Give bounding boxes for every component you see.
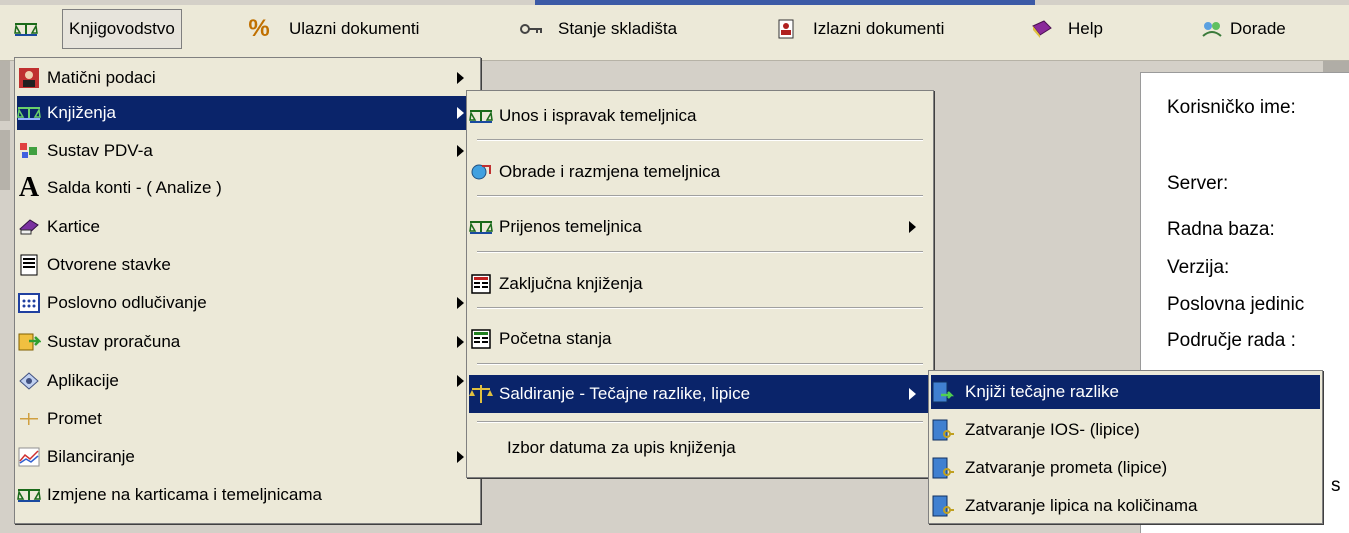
document-person-icon — [775, 18, 799, 40]
menu-item-knjizenja[interactable]: Knjiženja — [17, 96, 478, 130]
unit-label: Poslovna jedinic — [1167, 294, 1305, 315]
globe-exchange-icon — [469, 161, 493, 183]
person-photo-icon — [17, 67, 41, 89]
menu-separator — [477, 195, 923, 197]
menu-scales-icon[interactable] — [14, 9, 38, 49]
scales-icon — [17, 484, 41, 506]
submenu-item-obrade-razmjena[interactable]: Obrade i razmjena temeljnica — [469, 155, 931, 189]
left-edge-panel-lower — [0, 130, 10, 190]
knjigovodstvo-dropdown: Matični podaci Knjiženja Sustav PDV-a A … — [14, 57, 481, 524]
help-book-icon — [1030, 18, 1054, 40]
database-label: Radna baza: — [1167, 219, 1275, 240]
menu-separator — [477, 307, 923, 309]
submenu-arrow-icon — [457, 297, 464, 309]
submenu2-item-zatvaranje-prometa[interactable]: Zatvaranje prometa (lipice) — [931, 451, 1320, 485]
chart-icon — [17, 446, 41, 468]
version-label: Verzija: — [1167, 257, 1230, 278]
menu-item-sustav-proracuna[interactable]: Sustav proračuna — [17, 324, 478, 360]
submenu-item-prijenos[interactable]: Prijenos temeljnica — [469, 210, 931, 244]
book-key-icon — [931, 457, 955, 479]
menu-stanje-skladista[interactable]: Stanje skladišta — [520, 9, 677, 49]
menu-item-otvorene-stavke[interactable]: Otvorene stavke — [17, 248, 478, 282]
document-lines-icon — [17, 254, 41, 276]
menu-item-sustav-pdv[interactable]: Sustav PDV-a — [17, 134, 478, 168]
submenu-arrow-icon — [457, 451, 464, 463]
submenu-arrow-icon — [457, 336, 464, 348]
saldiranje-submenu: Knjiži tečajne razlike Zatvaranje IOS- (… — [928, 370, 1323, 524]
menu-separator — [477, 139, 923, 141]
menu-knjigovodstvo[interactable]: Knjigovodstvo — [62, 9, 182, 49]
area-label: Područje rada : — [1167, 330, 1296, 351]
server-label: Server: — [1167, 173, 1229, 194]
submenu-item-pocetna-stanja[interactable]: Početna stanja — [469, 322, 931, 356]
scales-icon — [469, 105, 493, 127]
submenu-item-saldiranje[interactable]: Saldiranje - Tečajne razlike, lipice — [469, 375, 931, 413]
budget-icon — [17, 331, 41, 353]
submenu-item-izbor-datuma[interactable]: Izbor datuma za upis knjiženja — [469, 431, 931, 465]
menu-knjigovodstvo-label: Knjigovodstvo — [69, 19, 175, 38]
submenu-arrow-icon — [909, 221, 916, 233]
submenu2-item-knjizi-tecajne[interactable]: Knjiži tečajne razlike — [931, 375, 1320, 409]
menu-separator — [477, 363, 923, 365]
cards-icon — [17, 216, 41, 238]
menu-separator — [477, 251, 923, 253]
scales-icon — [469, 216, 493, 238]
key-icon — [520, 18, 544, 40]
menu-item-kartice[interactable]: Kartice — [17, 210, 478, 244]
menu-dorade[interactable]: Dorade — [1200, 9, 1286, 49]
book-arrow-icon — [931, 381, 955, 403]
menu-item-izmjene-na-karticama[interactable]: Izmjene na karticama i temeljnicama — [17, 478, 478, 512]
submenu-arrow-icon — [457, 107, 464, 119]
username-label: Korisničko ime: — [1167, 97, 1296, 118]
menu-izlazni-dokumenti[interactable]: Izlazni dokumenti — [775, 9, 944, 49]
menu-item-aplikacije[interactable]: Aplikacije — [17, 364, 478, 398]
submenu-item-zakljucna[interactable]: Zaključna knjiženja — [469, 267, 931, 301]
book-key-icon — [931, 419, 955, 441]
submenu-arrow-icon — [457, 72, 464, 84]
balance-icon — [469, 383, 493, 405]
submenu-arrow-icon — [909, 388, 916, 400]
submenu-item-unos-ispravak[interactable]: Unos i ispravak temeljnica — [469, 99, 931, 133]
menu-item-maticni-podaci[interactable]: Matični podaci — [17, 62, 478, 94]
menu-item-salda-konti[interactable]: A Salda konti - ( Analize ) — [17, 170, 478, 206]
scales-icon — [17, 102, 41, 124]
menu-item-bilanciranje[interactable]: Bilanciranje — [17, 440, 478, 474]
menu-item-promet[interactable]: Promet — [17, 402, 478, 436]
percent-icon: % — [248, 15, 270, 42]
grid-icon — [17, 292, 41, 314]
scale-small-icon — [17, 408, 41, 430]
submenu-arrow-icon — [457, 145, 464, 157]
submenu2-item-zatvaranje-lipica[interactable]: Zatvaranje lipica na količinama — [931, 489, 1320, 523]
menu-ulazni-dokumenti[interactable]: % Ulazni dokumenti — [247, 9, 419, 49]
menu-bar: Knjigovodstvo % Ulazni dokumenti Stanje … — [0, 5, 1349, 61]
tax-icon — [17, 140, 41, 162]
apps-icon — [17, 370, 41, 392]
ledger-icon — [469, 328, 493, 350]
submenu-arrow-icon — [457, 375, 464, 387]
letter-a-icon: A — [18, 172, 40, 203]
submenu2-item-zatvaranje-ios[interactable]: Zatvaranje IOS- (lipice) — [931, 413, 1320, 447]
menu-separator — [477, 421, 923, 423]
knjizenja-submenu: Unos i ispravak temeljnica Obrade i razm… — [466, 90, 934, 478]
ledger-icon — [469, 273, 493, 295]
left-edge-panel — [0, 61, 10, 121]
clipped-text: s — [1331, 475, 1341, 496]
book-key-icon — [931, 495, 955, 517]
menu-item-poslovno-odlucivanje[interactable]: Poslovno odlučivanje — [17, 286, 478, 320]
scales-icon — [14, 18, 38, 40]
menu-help[interactable]: Help — [1030, 9, 1103, 49]
refresh-people-icon — [1200, 18, 1224, 40]
